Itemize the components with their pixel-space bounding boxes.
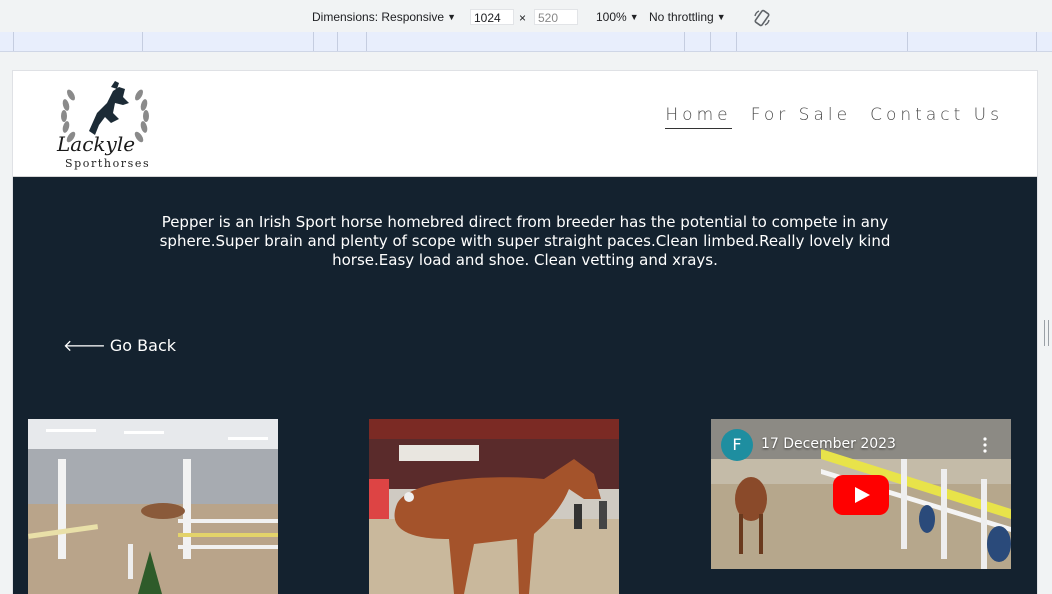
viewport-resize-handle[interactable] (1044, 320, 1049, 346)
go-back-link[interactable]: 🡐 Go Back (63, 335, 176, 355)
width-input[interactable]: 1024 (470, 9, 514, 25)
zoom-dropdown[interactable]: 100% ▼ (596, 10, 639, 24)
video-title[interactable]: 17 December 2023 (761, 436, 896, 452)
go-back-label: Go Back (109, 336, 177, 355)
media-query-tick (907, 32, 908, 51)
nav-for-sale[interactable]: For Sale (751, 105, 851, 128)
media-query-tick (710, 32, 711, 51)
media-query-tick (366, 32, 367, 51)
play-button-icon[interactable] (833, 475, 889, 515)
media-query-tick (736, 32, 737, 51)
devtools-toolbar: Dimensions: Responsive ▼ 1024 × 520 100% ▼… (0, 0, 1052, 33)
throttling-dropdown[interactable]: No throttling ▼ (649, 10, 726, 24)
media-query-tick (1036, 32, 1037, 51)
nav-home[interactable]: Home (665, 105, 732, 129)
media-query-bar[interactable] (0, 32, 1052, 52)
height-input[interactable]: 520 (534, 9, 578, 25)
dimensions-label: Dimensions: Responsive (312, 10, 445, 24)
chevron-down-icon: ▼ (447, 12, 456, 22)
site-header: Lackyle Sporthorses Home For Sale Contac… (13, 71, 1037, 177)
channel-avatar[interactable]: F (721, 429, 753, 461)
dimensions-dropdown[interactable]: Dimensions: Responsive ▼ (312, 10, 456, 24)
media-query-tick (13, 32, 14, 51)
more-vert-icon[interactable] (983, 437, 987, 453)
horse-jumping-photo[interactable] (28, 419, 278, 594)
emulated-viewport: Lackyle Sporthorses Home For Sale Contac… (13, 71, 1037, 594)
media-query-tick (337, 32, 338, 51)
horse-standing-photo[interactable] (369, 419, 619, 594)
chevron-down-icon: ▼ (716, 12, 726, 22)
logo-subtitle: Sporthorses (65, 157, 151, 170)
dimension-times: × (519, 11, 527, 25)
horse-description: Pepper is an Irish Sport horse homebred … (159, 213, 891, 269)
chevron-down-icon: ▼ (629, 12, 639, 22)
rotate-icon[interactable] (752, 8, 772, 28)
nav-contact-us[interactable]: Contact Us (870, 105, 1003, 128)
horse-detail-section: Pepper is an Irish Sport horse homebred … (13, 177, 1037, 594)
arrow-left-icon: 🡐 (63, 336, 106, 355)
media-query-tick (313, 32, 314, 51)
zoom-label: 100% (596, 10, 627, 24)
main-nav: Home For Sale Contact Us (651, 105, 1003, 129)
svg-text:Lackyle: Lackyle (56, 132, 135, 156)
media-query-tick (142, 32, 143, 51)
youtube-embed: F 17 December 2023 (711, 419, 1011, 569)
throttling-label: No throttling (649, 10, 714, 24)
media-query-tick (684, 32, 685, 51)
